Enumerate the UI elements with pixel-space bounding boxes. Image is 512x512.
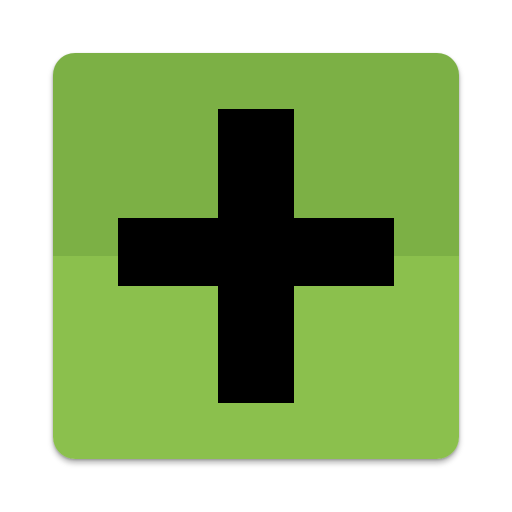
app-icon-button[interactable] <box>53 53 459 459</box>
plus-horizontal-bar <box>118 218 394 286</box>
icon-canvas <box>0 0 512 512</box>
plus-icon <box>118 109 394 403</box>
